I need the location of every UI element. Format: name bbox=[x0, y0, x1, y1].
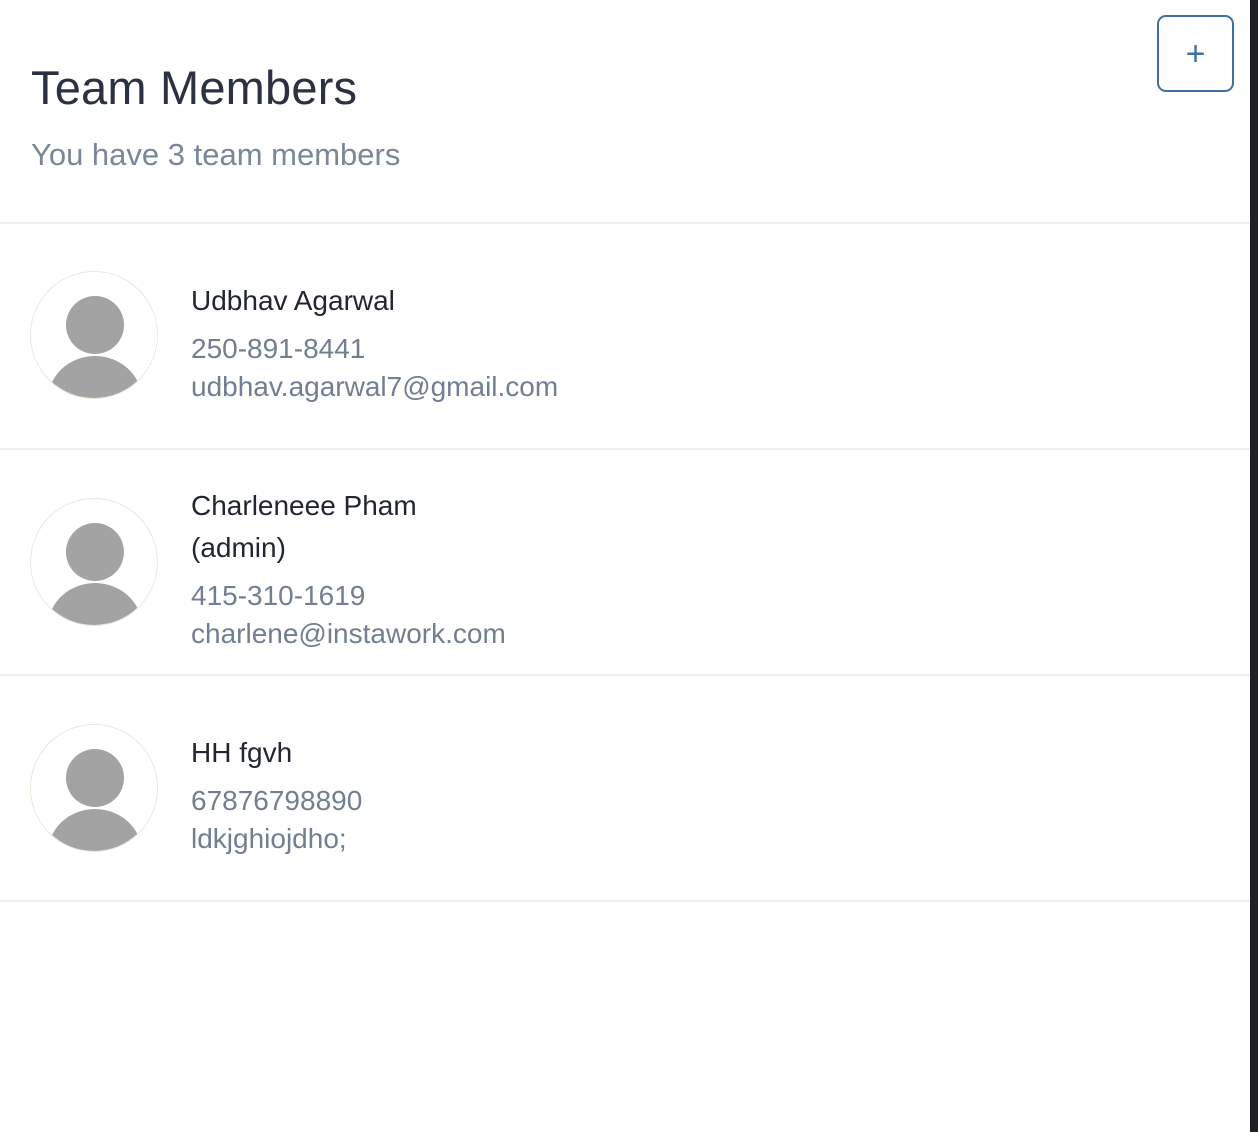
team-member-row[interactable]: Charleneee Pham (admin) 415-310-1619 cha… bbox=[0, 450, 1250, 676]
page-title: Team Members bbox=[31, 61, 358, 114]
member-info: HH fgvh 67876798890 ldkjghiojdho; bbox=[191, 732, 791, 858]
member-phone: 250-891-8441 bbox=[191, 333, 366, 364]
member-email: charlene@instawork.com bbox=[191, 618, 506, 649]
team-member-list: Udbhav Agarwal 250-891-8441 udbhav.agarw… bbox=[0, 224, 1250, 902]
avatar bbox=[30, 724, 158, 852]
member-email: udbhav.agarwal7@gmail.com bbox=[191, 371, 559, 402]
header: Team Members You have 3 team members + bbox=[0, 0, 1250, 224]
member-name: Udbhav Agarwal bbox=[191, 285, 395, 316]
avatar bbox=[30, 271, 158, 399]
member-phone: 415-310-1619 bbox=[191, 580, 366, 611]
member-info: Udbhav Agarwal 250-891-8441 udbhav.agarw… bbox=[191, 280, 791, 406]
plus-icon: + bbox=[1185, 34, 1206, 73]
member-email: ldkjghiojdho; bbox=[191, 823, 347, 854]
team-member-row[interactable]: HH fgvh 67876798890 ldkjghiojdho; bbox=[0, 676, 1250, 902]
team-member-row[interactable]: Udbhav Agarwal 250-891-8441 udbhav.agarw… bbox=[0, 224, 1250, 450]
member-name: Charleneee Pham (admin) bbox=[191, 490, 417, 563]
team-members-page: Team Members You have 3 team members + U… bbox=[0, 0, 1258, 1132]
window-edge bbox=[1250, 0, 1258, 1132]
member-phone: 67876798890 bbox=[191, 785, 363, 816]
person-placeholder-icon bbox=[48, 523, 142, 625]
person-placeholder-icon bbox=[48, 296, 142, 398]
member-info: Charleneee Pham (admin) 415-310-1619 cha… bbox=[191, 485, 506, 653]
add-member-button[interactable]: + bbox=[1157, 15, 1234, 92]
avatar bbox=[30, 498, 158, 626]
person-placeholder-icon bbox=[48, 749, 142, 851]
member-count-subtitle: You have 3 team members bbox=[31, 137, 401, 172]
member-name: HH fgvh bbox=[191, 737, 293, 768]
